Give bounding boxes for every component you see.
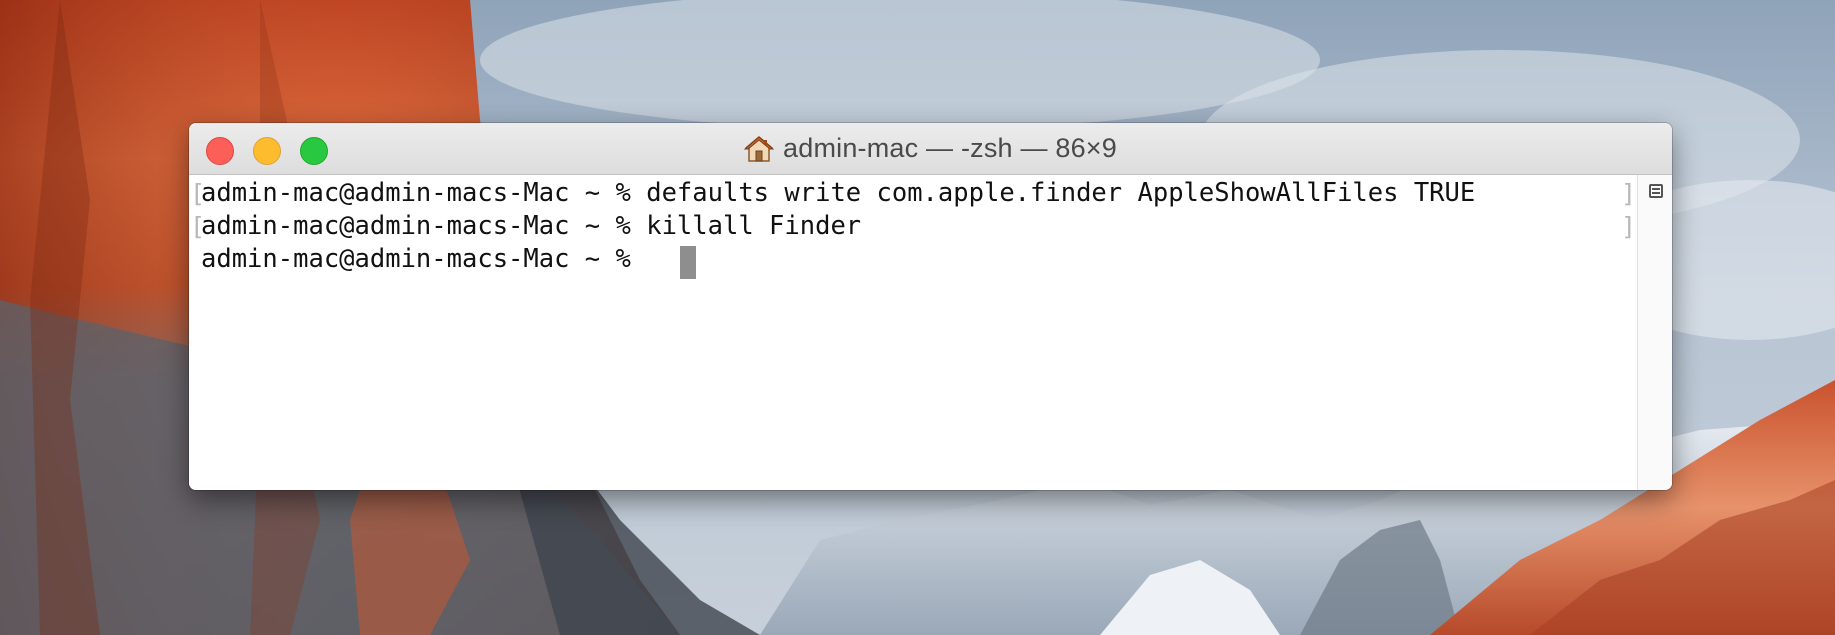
text-cursor [680,246,696,279]
terminal-line: admin-mac@admin-macs-Mac ~ % killall Fin… [201,211,862,241]
terminal-window: admin-mac — -zsh — 86×9 [ admin-mac@admi… [189,123,1672,490]
terminal-content[interactable]: [ admin-mac@admin-macs-Mac ~ % defaults … [189,175,1637,490]
title-bar[interactable]: admin-mac — -zsh — 86×9 [189,123,1672,175]
desktop: admin-mac — -zsh — 86×9 [ admin-mac@admi… [0,0,1835,635]
terminal-line: admin-mac@admin-macs-Mac ~ % defaults wr… [201,178,1476,208]
window-title-group: admin-mac — -zsh — 86×9 [189,123,1672,174]
terminal-line: admin-mac@admin-macs-Mac ~ % [201,244,647,274]
home-icon [743,134,775,164]
scrollbar[interactable] [1637,175,1672,490]
prompt-mark-close: ] [1621,212,1637,241]
window-title: admin-mac — -zsh — 86×9 [783,133,1117,163]
split-pane-icon[interactable] [1649,184,1663,198]
prompt-mark-close: ] [1621,179,1637,208]
